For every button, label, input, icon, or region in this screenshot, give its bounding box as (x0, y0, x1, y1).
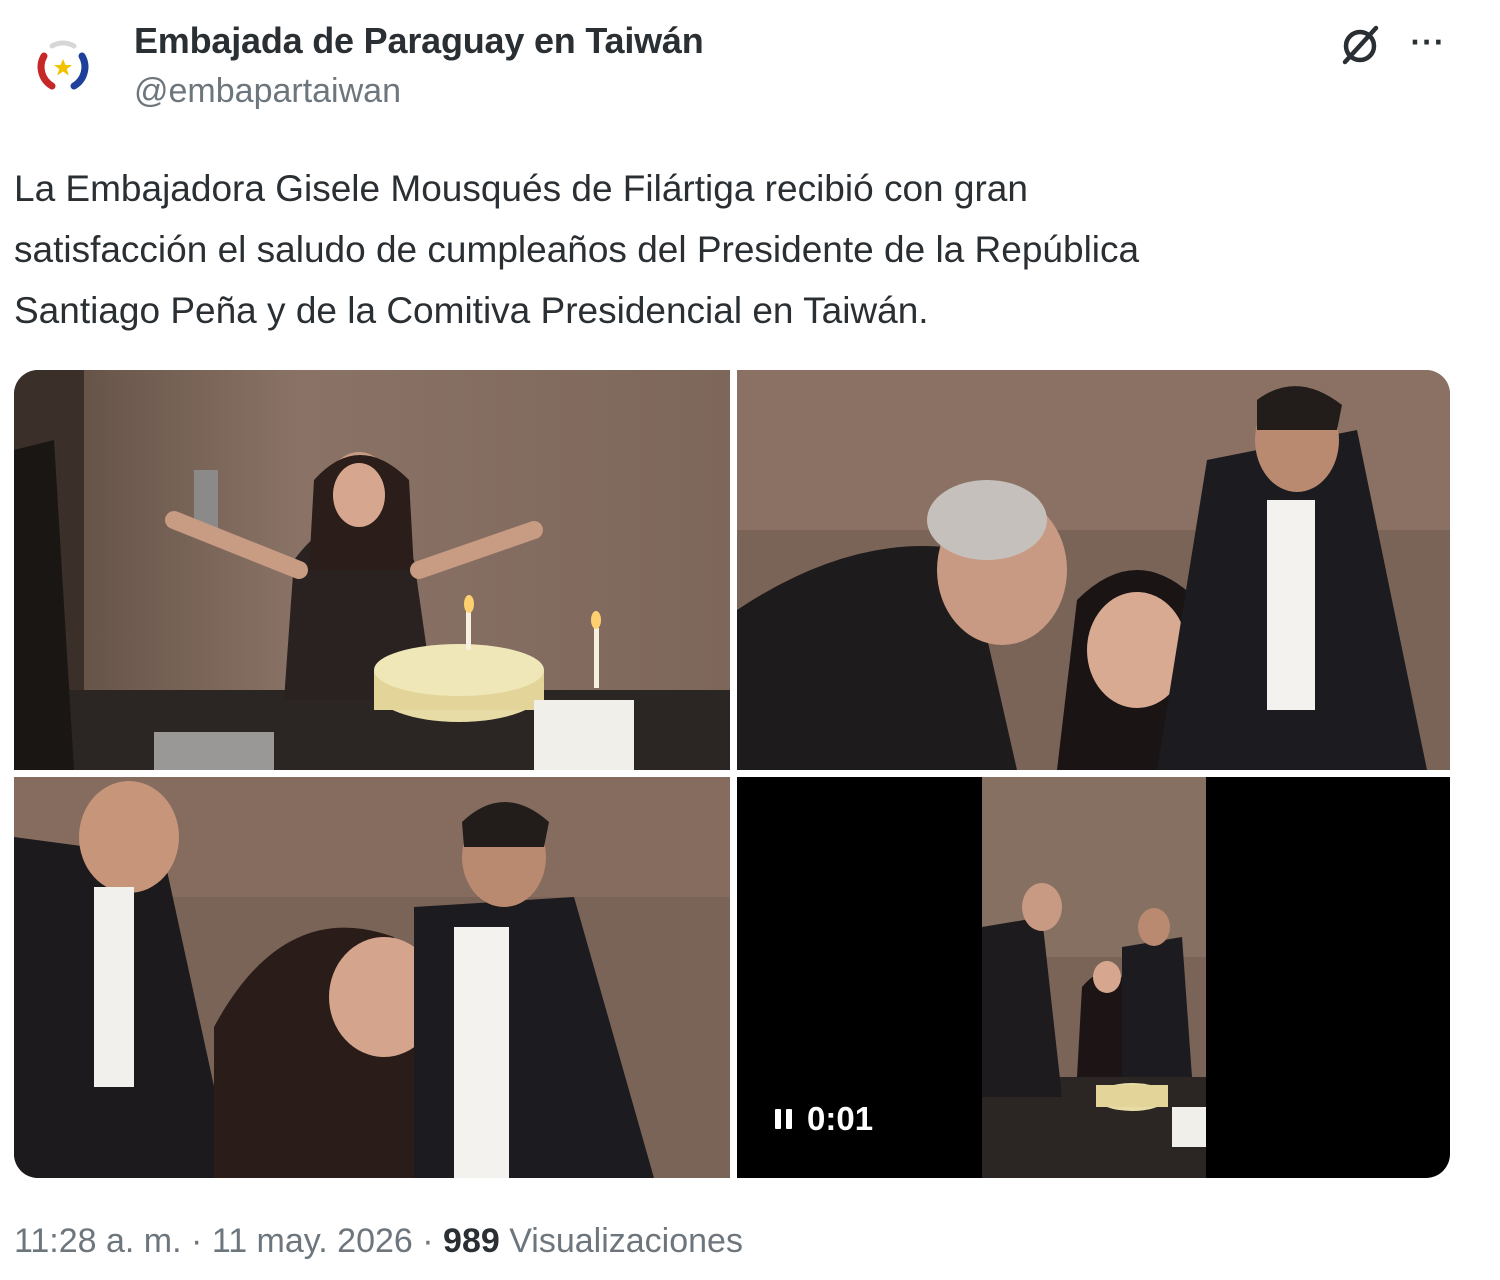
author-handle[interactable]: @embapartaiwan (134, 72, 401, 111)
grok-icon[interactable] (1336, 20, 1384, 68)
tweet-date[interactable]: 11 may. 2026 (212, 1222, 413, 1260)
more-options-icon[interactable]: ··· (1404, 22, 1452, 62)
views-label: Visualizaciones (509, 1222, 743, 1260)
views-count: 989 (443, 1222, 500, 1260)
tweet-header: Embajada de Paraguay en Taiwán @embapart… (0, 0, 1500, 130)
tweet-footer: 11:28 a. m. · 11 may. 2026 · 989 Visuali… (14, 1222, 743, 1261)
video-player[interactable]: 0:01 (737, 777, 1450, 1178)
separator: · (191, 1222, 203, 1260)
video-overlay: 0:01 (775, 1097, 873, 1141)
photo-2[interactable] (737, 370, 1450, 770)
media-grid: 0:01 (14, 370, 1450, 1178)
avatar[interactable] (30, 34, 96, 100)
video-frame (982, 777, 1206, 1178)
author-name[interactable]: Embajada de Paraguay en Taiwán (134, 20, 704, 62)
separator: · (422, 1222, 434, 1260)
video-timestamp: 0:01 (807, 1100, 874, 1137)
tweet-text: La Embajadora Gisele Mousqués de Filárti… (14, 168, 1140, 331)
pause-icon[interactable] (775, 1109, 793, 1129)
photo-1[interactable] (14, 370, 730, 770)
embassy-seal-icon (31, 35, 95, 99)
tweet-time[interactable]: 11:28 a. m. (14, 1222, 182, 1260)
photo-3[interactable] (14, 777, 730, 1178)
